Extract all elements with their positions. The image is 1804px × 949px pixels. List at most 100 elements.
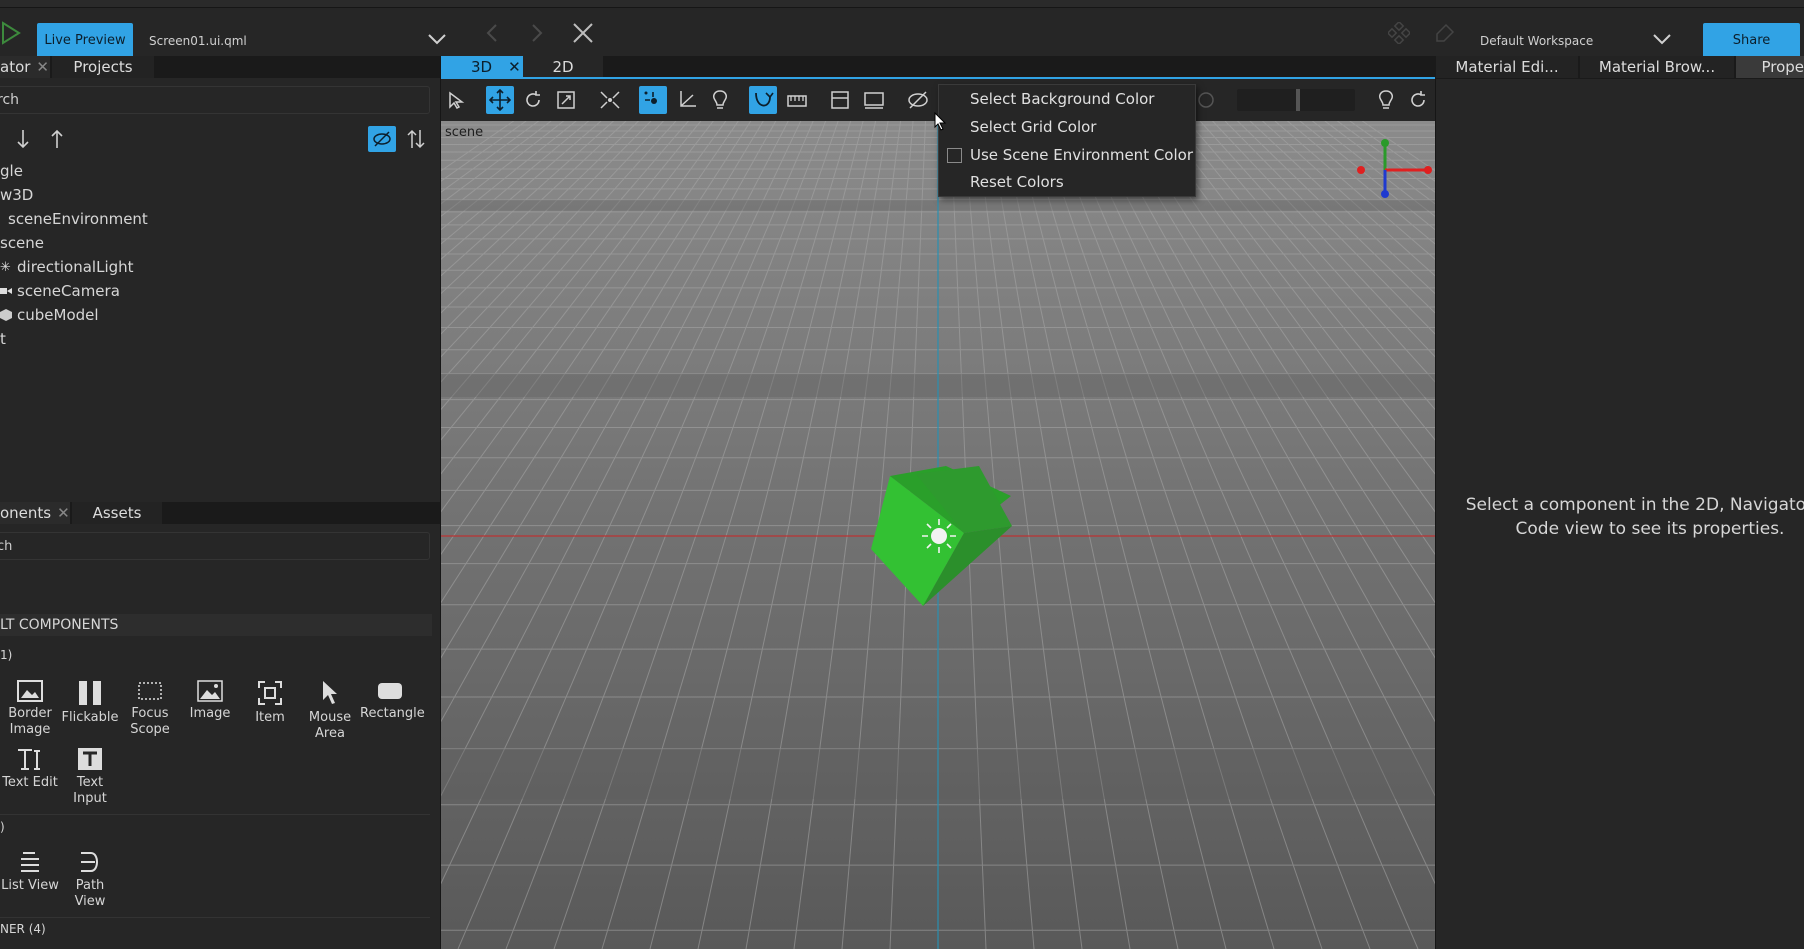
back-icon[interactable]	[482, 20, 502, 46]
close-icon[interactable]: ✕	[36, 58, 49, 76]
reset-view-icon[interactable]	[1192, 86, 1220, 114]
forward-icon[interactable]	[527, 20, 547, 46]
navigator-item[interactable]: cubeModel	[0, 304, 99, 326]
run-icon[interactable]	[0, 20, 22, 46]
orientation-icon[interactable]	[673, 86, 701, 114]
navigator-item[interactable]: sceneEnvironment	[0, 208, 148, 230]
component-label: Text Input	[73, 775, 107, 806]
menu-item-use-scene-environment-color[interactable]: Use Scene Environment Color	[939, 141, 1195, 169]
navigator-item[interactable]: gle	[0, 160, 23, 182]
scene-grid	[441, 121, 1435, 949]
tab-material-editor[interactable]: Material Edi...	[1436, 56, 1578, 78]
component-label: Flickable	[61, 710, 119, 725]
zoom-slider[interactable]	[1237, 89, 1355, 111]
component-label: Item	[255, 710, 285, 725]
component-icon[interactable]	[1386, 20, 1412, 46]
text-edit-icon	[18, 749, 40, 770]
menu-item-label: Reset Colors	[970, 173, 1064, 191]
close-icon[interactable]: ✕	[508, 58, 521, 76]
navigator-item[interactable]: w3D	[0, 184, 33, 206]
workspace-selector[interactable]: Default Workspace	[1472, 23, 1680, 58]
light-gizmo[interactable]	[922, 519, 956, 553]
navigator-item[interactable]: t	[0, 328, 6, 350]
component-list-view[interactable]: List View	[0, 850, 60, 894]
checkbox[interactable]	[947, 148, 962, 163]
text-input-icon	[78, 748, 102, 770]
component-label: Rectangle	[360, 706, 425, 721]
component-path-view[interactable]: Path View	[60, 850, 120, 910]
visibility-filter-icon[interactable]	[368, 126, 396, 152]
component-focus-scope[interactable]: Focus Scope	[120, 680, 180, 738]
rectangle-icon	[378, 683, 402, 699]
refresh-icon[interactable]	[1404, 86, 1432, 114]
navigator-item[interactable]: sceneCamera	[0, 280, 120, 302]
tab-3d[interactable]: 3D ✕	[441, 56, 523, 78]
menu-item-reset-colors[interactable]: Reset Colors	[939, 168, 1195, 196]
move-up-icon[interactable]	[50, 128, 64, 150]
split-view-icon[interactable]	[826, 86, 854, 114]
environment-light-icon[interactable]	[1372, 86, 1400, 114]
tab-material-browser[interactable]: Material Brow...	[1580, 56, 1734, 78]
tab-properties-label: Prope	[1761, 58, 1804, 76]
navigator-item[interactable]: scene	[0, 232, 44, 254]
snap-tool-icon[interactable]	[749, 86, 777, 114]
component-label: Path View	[74, 878, 106, 909]
menu-item-select-background-color[interactable]: Select Background Color	[939, 85, 1195, 113]
title-strip	[0, 0, 1804, 8]
pivot-tool-icon[interactable]	[639, 86, 667, 114]
components-search-input[interactable]: ch	[0, 532, 430, 560]
group-label: 1)	[0, 648, 13, 662]
move-down-icon[interactable]	[16, 128, 30, 150]
component-item[interactable]: Item	[240, 680, 300, 726]
tab-projects[interactable]: Projects	[52, 56, 154, 78]
navigator-search-input[interactable]: rch	[0, 86, 430, 114]
fit-selection-icon[interactable]	[596, 86, 624, 114]
component-label: Text Edit	[2, 775, 58, 790]
camera-view-icon[interactable]	[860, 86, 888, 114]
component-label: List View	[1, 878, 59, 893]
component-image[interactable]: Image	[180, 680, 240, 722]
component-text-edit[interactable]: Text Edit	[0, 747, 60, 791]
section-header[interactable]: LT COMPONENTS	[0, 614, 432, 636]
move-tool-icon[interactable]	[486, 86, 514, 114]
file-selector[interactable]: Screen01.ui.qml	[141, 23, 459, 58]
camera-icon	[0, 285, 14, 297]
component-border-image[interactable]: Border Image	[0, 680, 60, 738]
navigator-item-label: directionalLight	[17, 258, 134, 276]
focus-scope-icon	[138, 682, 162, 700]
menu-item-label: Select Grid Color	[970, 118, 1097, 136]
live-preview-button[interactable]: Live Preview	[37, 23, 133, 58]
edit-annotation-icon[interactable]	[1432, 20, 1458, 46]
share-button[interactable]: Share	[1703, 23, 1800, 58]
tab-assets[interactable]: Assets	[72, 502, 162, 524]
component-text-input[interactable]: Text Input	[60, 747, 120, 807]
scene-label: scene	[445, 125, 484, 140]
tab-properties[interactable]: Prope	[1736, 56, 1804, 78]
navigator-item[interactable]: ✳ directionalLight	[0, 256, 134, 278]
close-icon[interactable]: ✕	[57, 504, 70, 522]
component-mouse-area[interactable]: Mouse Area	[300, 680, 360, 742]
group-label[interactable]: NER (4)	[0, 922, 46, 936]
rotate-tool-icon[interactable]	[519, 86, 547, 114]
sort-icon[interactable]	[406, 128, 426, 150]
component-label: Image	[189, 706, 231, 721]
tab-2d[interactable]: 2D	[523, 56, 603, 78]
tab-navigator[interactable]: ator ✕	[0, 56, 50, 78]
navigator-item-label: t	[0, 330, 6, 348]
main-toolbar: Live Preview Screen01.ui.qml Default Wor…	[0, 8, 1804, 58]
menu-item-select-grid-color[interactable]: Select Grid Color	[939, 113, 1195, 141]
close-document-icon[interactable]	[570, 20, 596, 46]
background-color-icon[interactable]	[904, 86, 932, 114]
component-rectangle[interactable]: Rectangle	[360, 680, 425, 722]
select-tool-icon[interactable]	[442, 86, 470, 114]
scale-tool-icon[interactable]	[552, 86, 580, 114]
component-flickable[interactable]: Flickable	[60, 680, 120, 726]
ruler-icon[interactable]	[783, 86, 811, 114]
navigator-search-text: rch	[0, 92, 20, 108]
light-toggle-icon[interactable]	[706, 86, 734, 114]
image-icon	[197, 680, 223, 702]
tab-components[interactable]: onents ✕	[0, 502, 70, 524]
3d-viewport[interactable]: scene	[441, 121, 1435, 949]
zoom-slider-handle[interactable]	[1296, 89, 1300, 111]
navigator-item-label: scene	[0, 234, 45, 252]
